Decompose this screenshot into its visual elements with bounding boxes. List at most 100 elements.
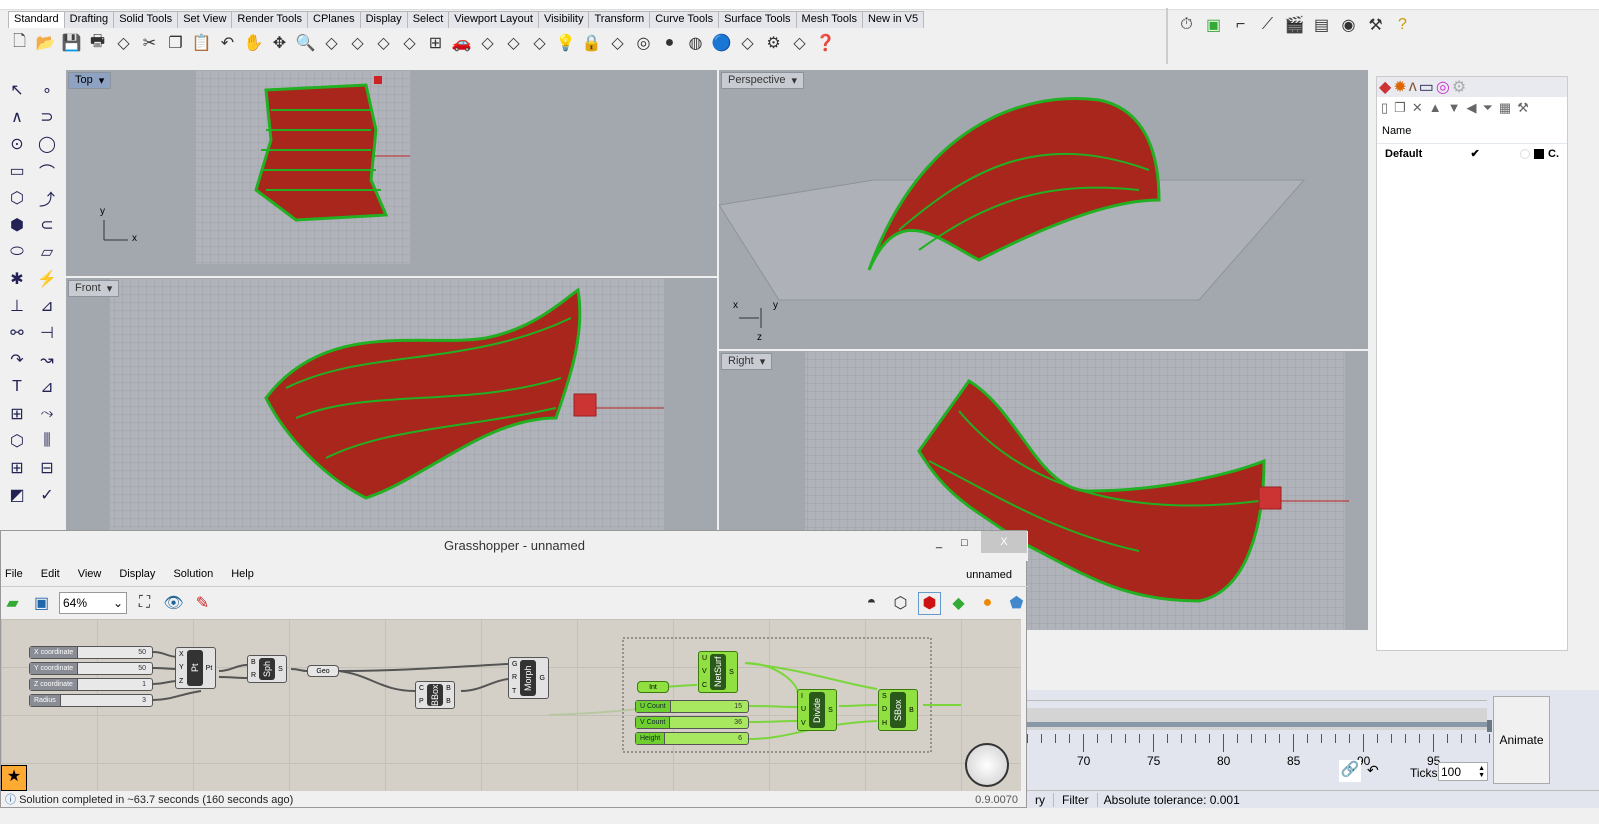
- grasshopper-icon[interactable]: ▣: [1202, 14, 1225, 37]
- material-icon[interactable]: ●: [976, 592, 999, 615]
- zoom-window-icon[interactable]: ◇: [320, 32, 343, 55]
- sbox-component[interactable]: S D H SBox B: [878, 689, 918, 731]
- tab-drafting[interactable]: Drafting: [63, 11, 115, 28]
- save-icon[interactable]: 💾: [60, 32, 83, 55]
- new-layer-icon[interactable]: ▯: [1381, 100, 1388, 116]
- color-icon[interactable]: ◎: [632, 32, 655, 55]
- slider-y-coordinate[interactable]: Y coordinate 50: [29, 662, 153, 675]
- tab-select[interactable]: Select: [406, 11, 450, 28]
- pt-component[interactable]: X Y Z Pt Pt: [175, 647, 217, 689]
- reset-arrow-icon[interactable]: ↶: [1367, 762, 1379, 779]
- minimize-button[interactable]: _: [936, 537, 942, 549]
- boolean-icon[interactable]: ⚡: [33, 265, 61, 292]
- divide-component[interactable]: I U V Divide S: [797, 689, 837, 731]
- move-left-icon[interactable]: ◀: [1466, 100, 1476, 116]
- grid-snap-icon[interactable]: ⊞: [3, 454, 31, 481]
- viewport-front[interactable]: Front ▾: [66, 278, 717, 530]
- osnap-icon[interactable]: ◇: [502, 32, 525, 55]
- input-c[interactable]: C: [419, 685, 424, 692]
- animate-button[interactable]: Animate: [1493, 696, 1550, 784]
- menu-display[interactable]: Display: [119, 568, 155, 580]
- fillet-icon[interactable]: ⌒: [33, 157, 61, 184]
- lock-toggle[interactable]: [1520, 148, 1531, 159]
- input-r[interactable]: R: [251, 672, 256, 679]
- star-icon[interactable]: ★: [1, 765, 27, 791]
- link-icon[interactable]: 🔗: [1339, 760, 1361, 782]
- spotlight-icon[interactable]: ◇: [736, 32, 759, 55]
- input-s[interactable]: S: [882, 693, 887, 700]
- materials-tab-icon[interactable]: ᴧ: [1409, 78, 1417, 95]
- slider-u-count[interactable]: U Count 15: [635, 700, 749, 713]
- hammer-icon[interactable]: ⚒: [1517, 100, 1529, 116]
- rectangle-icon[interactable]: ▭: [3, 157, 31, 184]
- camera-icon[interactable]: ◉: [1337, 14, 1360, 37]
- menu-file[interactable]: File: [5, 568, 23, 580]
- preview-off-icon[interactable]: ◓: [860, 592, 883, 615]
- viewport-label-right[interactable]: Right ▾: [721, 353, 773, 370]
- tab-visibility[interactable]: Visibility: [537, 11, 590, 28]
- int-param[interactable]: Int: [637, 681, 669, 693]
- hatch-icon[interactable]: ⫼: [33, 427, 61, 454]
- lights-tab-icon[interactable]: ✹: [1393, 79, 1406, 96]
- input-t[interactable]: T: [512, 688, 517, 695]
- layer-icon[interactable]: ◇: [606, 32, 629, 55]
- render-icon[interactable]: 🔵: [710, 32, 733, 55]
- clapper-icon[interactable]: 🎬: [1283, 14, 1306, 37]
- tab-viewport-layout[interactable]: Viewport Layout: [448, 11, 539, 28]
- input-u[interactable]: U: [801, 706, 806, 713]
- tab-solid-tools[interactable]: Solid Tools: [113, 11, 179, 28]
- cylinder-icon[interactable]: ⬭: [3, 238, 31, 265]
- array-icon[interactable]: ⊞: [3, 400, 31, 427]
- slider-height[interactable]: Height 6: [635, 732, 749, 745]
- car-icon[interactable]: 🚗: [450, 32, 473, 55]
- open-icon[interactable]: 📂: [34, 32, 57, 55]
- zoom-selected-icon[interactable]: ◇: [372, 32, 395, 55]
- text-icon[interactable]: T: [3, 373, 31, 400]
- cplane-icon[interactable]: ◇: [528, 32, 551, 55]
- grid-icon[interactable]: ◇: [476, 32, 499, 55]
- pan-icon[interactable]: ✋: [242, 32, 265, 55]
- settings-tab-icon[interactable]: ⚙: [1452, 79, 1466, 96]
- layers-tab-icon[interactable]: ◆: [1379, 79, 1391, 96]
- shaded-preview-icon[interactable]: ⬢: [918, 591, 941, 615]
- move-up-icon[interactable]: ▲: [1429, 100, 1442, 116]
- close-button[interactable]: X: [981, 531, 1027, 553]
- tab-cplanes[interactable]: CPlanes: [307, 11, 361, 28]
- sketch-icon[interactable]: ✎: [191, 592, 214, 615]
- zoom-extents-icon[interactable]: ◇: [346, 32, 369, 55]
- input-i[interactable]: I: [801, 693, 806, 700]
- options-icon[interactable]: ⚙: [762, 32, 785, 55]
- output-b2[interactable]: B: [446, 698, 451, 705]
- geo-param[interactable]: Geo: [307, 665, 339, 677]
- open-icon[interactable]: ▰: [1, 592, 24, 615]
- output-b[interactable]: B: [909, 707, 914, 714]
- input-b[interactable]: B: [251, 659, 256, 666]
- slider-x-coordinate[interactable]: X coordinate 50: [29, 646, 153, 659]
- tab-new-in-v5[interactable]: New in V5: [861, 11, 925, 28]
- select-icon[interactable]: ↖: [3, 76, 31, 103]
- rendered-icon[interactable]: ◍: [684, 32, 707, 55]
- check-icon[interactable]: ✓: [33, 481, 61, 508]
- surface-icon[interactable]: ▱: [33, 238, 61, 265]
- viewport-top[interactable]: Top ▾ y x: [66, 70, 717, 276]
- tab-standard[interactable]: Standard: [8, 11, 65, 28]
- arc-icon[interactable]: ◯: [33, 130, 61, 157]
- input-g[interactable]: G: [512, 661, 517, 668]
- transform-icon[interactable]: ⤳: [33, 400, 61, 427]
- light-icon[interactable]: 💡: [554, 32, 577, 55]
- point-icon[interactable]: ∘: [33, 76, 61, 103]
- solid-icon[interactable]: ⬡: [3, 427, 31, 454]
- save-icon[interactable]: ▣: [30, 592, 53, 615]
- render-window-icon[interactable]: ▤: [1310, 14, 1333, 37]
- input-r[interactable]: R: [512, 674, 517, 681]
- input-u[interactable]: U: [702, 655, 707, 662]
- input-v[interactable]: V: [801, 720, 806, 727]
- group-icon[interactable]: ⚯: [3, 319, 31, 346]
- input-d[interactable]: D: [882, 706, 887, 713]
- layer-state-icon[interactable]: ▦: [1499, 100, 1511, 116]
- tab-mesh-tools[interactable]: Mesh Tools: [795, 11, 863, 28]
- color-tab-icon[interactable]: ◎: [1436, 79, 1450, 96]
- navigation-compass[interactable]: [965, 743, 1009, 787]
- eye-icon[interactable]: 👁: [162, 592, 185, 615]
- tab-render-tools[interactable]: Render Tools: [231, 11, 309, 28]
